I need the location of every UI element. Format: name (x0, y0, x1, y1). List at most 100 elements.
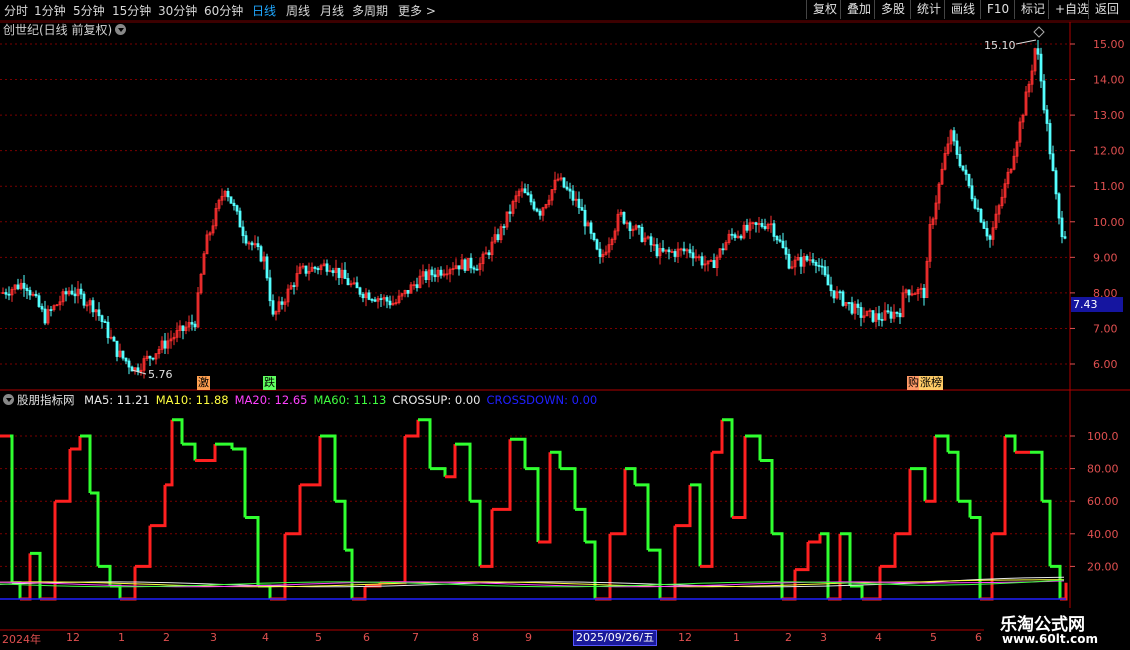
candle-body (805, 256, 809, 261)
candle-body (103, 321, 107, 323)
candle-body (775, 236, 779, 241)
candle-body (37, 295, 41, 307)
candle-body (982, 221, 986, 229)
candle-body (976, 207, 980, 210)
candle-body (595, 239, 599, 250)
candle-body (826, 274, 830, 286)
candle-body (508, 211, 512, 214)
candle-body (1045, 109, 1049, 124)
candle-body (562, 177, 566, 188)
indicator-value: MA10: 11.88 (155, 393, 229, 407)
candle-body (280, 301, 284, 305)
candle-body (304, 265, 308, 274)
high-pointer (1015, 39, 1037, 45)
candle-body (733, 234, 737, 238)
oscillator-segment (560, 467, 577, 510)
candle-body (898, 313, 902, 318)
candle-body (331, 270, 335, 273)
candle-body (979, 209, 983, 223)
date-tick-label: 1 (733, 631, 740, 644)
high-price-label: 15.10 (984, 39, 1016, 52)
watermark-url: www.60lt.com (1002, 632, 1099, 646)
oscillator-segment (635, 483, 650, 551)
candle-body (49, 309, 53, 311)
indicator-name[interactable]: 股朋指标网 (17, 393, 75, 407)
candle-body (229, 196, 233, 204)
candle-body (832, 290, 836, 299)
oscillator-segment (300, 436, 322, 487)
watermark: 乐淘公式网 www.60lt.com (984, 608, 1130, 650)
oscillator-segment (948, 450, 960, 502)
candle-body (235, 205, 239, 212)
oscillator-segment (398, 436, 407, 585)
candle-body (124, 357, 128, 362)
candle-body (4, 292, 8, 295)
oscillator-segment (480, 509, 494, 568)
candle-body (889, 311, 893, 319)
candle-body (475, 268, 479, 271)
candle-body (406, 290, 410, 294)
candle-body (1054, 170, 1058, 195)
candle-body (28, 290, 32, 296)
oscillator-segment (345, 548, 354, 599)
date-tick-label: 3 (820, 631, 827, 644)
indicator-value: CROSSUP: 0.00 (392, 393, 481, 407)
candle-body (895, 311, 899, 314)
chevron-down-icon[interactable] (3, 394, 14, 405)
candle-body (385, 297, 389, 302)
candle-body (358, 287, 362, 295)
candle-body (82, 293, 86, 306)
candle-body (241, 226, 245, 237)
candle-body (787, 253, 791, 269)
oscillator-segment (70, 436, 82, 451)
candle-body (244, 235, 248, 244)
candle-body (1051, 153, 1055, 172)
candle-body (673, 251, 677, 257)
candle-body (457, 265, 461, 270)
candle-body (649, 236, 653, 246)
candle-body (682, 248, 686, 252)
oscillator-segment (525, 467, 540, 542)
oscillator-segment (648, 548, 662, 599)
candle-body (847, 302, 851, 304)
candle-body (355, 282, 359, 289)
candle-body (115, 340, 119, 357)
candle-body (292, 285, 296, 287)
oscillator-segment (245, 516, 260, 586)
candle-body (745, 224, 749, 231)
candle-body (259, 246, 263, 262)
candle-body (7, 293, 11, 296)
oscillator-segment (992, 436, 1007, 536)
oscillator-segment (808, 533, 822, 544)
date-tick-label: 12 (66, 631, 80, 644)
oscillator-segment (585, 540, 597, 599)
candle-body (97, 309, 101, 317)
diamond-icon[interactable] (1033, 26, 1045, 38)
candle-body (967, 173, 971, 187)
signal-marker: 跌 (263, 376, 276, 390)
oscillator-segment (258, 584, 272, 599)
candle-body (112, 336, 116, 342)
date-tick-label: 2 (785, 631, 792, 644)
oscillator-segment (285, 484, 302, 536)
oscillator-segment (660, 525, 677, 601)
oscillator-segment (732, 436, 747, 519)
candle-body (829, 284, 833, 292)
candle-body (1042, 80, 1046, 111)
chart-canvas[interactable]: 15.0014.0013.0012.0011.0010.009.008.007.… (0, 0, 1130, 650)
candle-body (799, 257, 803, 267)
candle-body (667, 249, 671, 253)
price-tick-label: 11.00 (1093, 180, 1125, 193)
candle-body (913, 293, 917, 296)
indicator-tick-label: 40.00 (1087, 528, 1119, 541)
candle-body (238, 210, 242, 228)
candle-body (181, 325, 185, 332)
candle-body (988, 235, 992, 240)
candle-body (811, 259, 815, 263)
date-tick-label: 7 (412, 631, 419, 644)
date-tick-label: 2024年 (2, 633, 41, 646)
oscillator-segment (510, 437, 527, 469)
candle-body (388, 300, 392, 306)
candle-body (1036, 48, 1040, 55)
oscillator-segment (405, 419, 420, 438)
